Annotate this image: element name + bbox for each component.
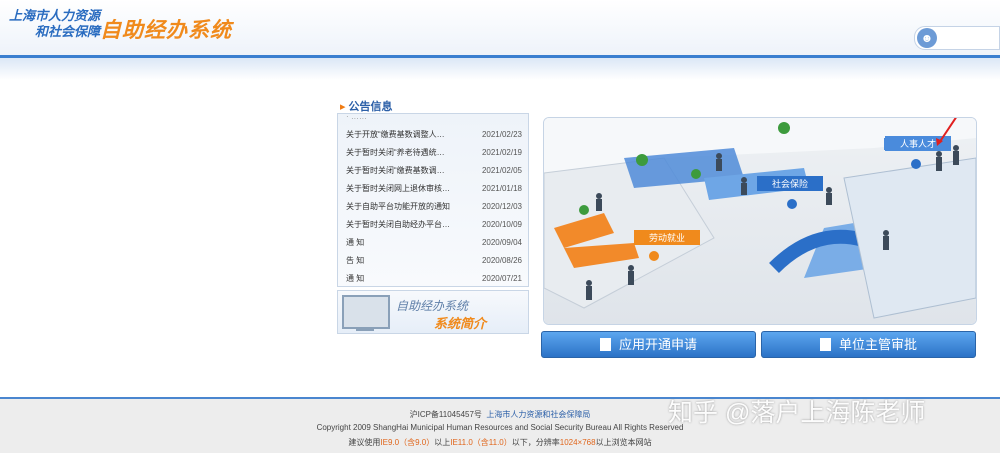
browser-ie11: IE11.0（含11.0） — [450, 438, 512, 447]
tag-hr: 人事人才 — [900, 138, 936, 150]
notice-title[interactable]: 关于开放“缴费基数调整人… — [346, 126, 445, 144]
notice-date: 2020/09/04 — [481, 238, 522, 247]
system-intro-banner[interactable]: 自助经办系统 系统简介 — [337, 290, 529, 334]
intro-system-name: 自助经办系统 — [396, 299, 469, 313]
user-icon[interactable]: ☻ — [917, 28, 937, 48]
notice-row-partial: · …… — [346, 113, 367, 121]
document-icon — [819, 338, 831, 351]
tag-social: 社会保险 — [772, 178, 808, 190]
supervisor-review-label: 单位主管审批 — [838, 337, 917, 352]
browser-resolution: 1024×768 — [559, 438, 596, 447]
notice-row[interactable]: 告 知 2020/08/26 — [346, 252, 522, 270]
notice-date: 2021/02/05 — [481, 166, 522, 175]
notice-row[interactable]: 关于暂时关闭自助经办平台… 2020/10/09 — [346, 216, 522, 234]
intro-link[interactable]: 系统简介 — [434, 313, 486, 332]
header-band — [0, 58, 1000, 80]
icp-number: 沪ICP备11045457号 — [409, 410, 482, 419]
service-hall-illustration: 劳动就业 社会保险 人事人才 — [543, 117, 977, 325]
notice-heading: ▸ 公告信息 — [340, 98, 393, 114]
notice-title[interactable]: 关于暂时关闭“养老待遇统… — [346, 144, 445, 162]
notice-heading-label: 公告信息 — [348, 101, 393, 113]
supervisor-review-button[interactable]: 单位主管审批 — [761, 331, 976, 358]
notice-row[interactable]: 关于自助平台功能开放的通知 2020/12/03 — [346, 198, 522, 216]
user-login-box[interactable]: ☻ — [914, 26, 1000, 50]
notice-row[interactable]: 关于开放“缴费基数调整人… 2021/02/23 — [346, 126, 522, 144]
site-header: 上海市人力资源 和社会保障 自助经办系统 ☻ — [0, 0, 1000, 58]
browser-tip-prefix: 建议使用 — [348, 438, 381, 447]
system-title: 自助经办系统 — [100, 19, 232, 42]
tag-labor: 劳动就业 — [649, 232, 685, 244]
notice-date: 2020/08/26 — [481, 256, 522, 265]
notice-title[interactable]: 关于暂时关闭“缴费基数调… — [346, 162, 445, 180]
notice-row[interactable]: 关于暂时关闭“养老待遇统… 2021/02/19 — [346, 144, 522, 162]
browser-tip-res-prefix: 以下，分辨率 — [511, 438, 560, 447]
notice-date: 2020/07/21 — [481, 274, 522, 283]
notice-row[interactable]: 关于暂时关闭网上退休审核… 2021/01/18 — [346, 180, 522, 198]
document-icon — [599, 338, 611, 351]
watermark: 知乎 @落户上海陈老师 — [668, 399, 926, 427]
notice-title[interactable]: 关于自助平台功能开放的通知 — [346, 198, 450, 216]
notice-date: 2020/12/03 — [481, 202, 522, 211]
monitor-icon — [342, 295, 390, 329]
org-logo: 上海市人力资源 和社会保障 — [8, 8, 100, 40]
browser-tip-suffix: 以上浏览本网站 — [595, 438, 652, 447]
org-line1: 上海市人力资源 — [8, 8, 100, 23]
arrow-icon: ▸ — [340, 101, 346, 113]
monitor-stand-icon — [356, 327, 374, 331]
notice-title[interactable]: 告 知 — [346, 252, 364, 270]
notice-title[interactable]: 关于暂时关闭网上退休审核… — [346, 180, 450, 198]
notice-date: 2021/02/19 — [481, 148, 522, 157]
apply-service-button[interactable]: 应用开通申请 — [541, 331, 756, 358]
notice-row[interactable]: 关于暂时关闭“缴费基数调… 2021/02/05 — [346, 162, 522, 180]
hall-scene-svg: 劳动就业 社会保险 人事人才 — [544, 118, 976, 324]
notice-date: 2020/10/09 — [481, 220, 522, 229]
apply-service-label: 应用开通申请 — [618, 337, 697, 352]
notice-title[interactable]: 关于暂时关闭自助经办平台… — [346, 216, 450, 234]
notice-list[interactable]: · …… 关于开放“缴费基数调整人… 2021/02/23 关于暂时关闭“养老待遇… — [337, 113, 529, 287]
browser-ie9: IE9.0（含9.0） — [380, 438, 435, 447]
notice-date: 2021/01/18 — [481, 184, 522, 193]
notice-title[interactable]: 通 知 — [346, 270, 364, 286]
notice-row[interactable]: 通 知 2020/07/21 — [346, 270, 522, 286]
footer-browser-tip: 建议使用IE9.0（含9.0）以上IE11.0（含11.0）以下，分辨率1024… — [0, 437, 1000, 448]
notice-date: 2021/02/23 — [481, 130, 522, 139]
notice-title[interactable]: 通 知 — [346, 234, 364, 252]
bureau-link[interactable]: 上海市人力资源和社会保障局 — [486, 410, 590, 419]
org-line2: 和社会保障 — [34, 24, 100, 39]
notice-row[interactable]: 通 知 2020/09/04 — [346, 234, 522, 252]
browser-tip-mid: 以上 — [434, 438, 451, 447]
